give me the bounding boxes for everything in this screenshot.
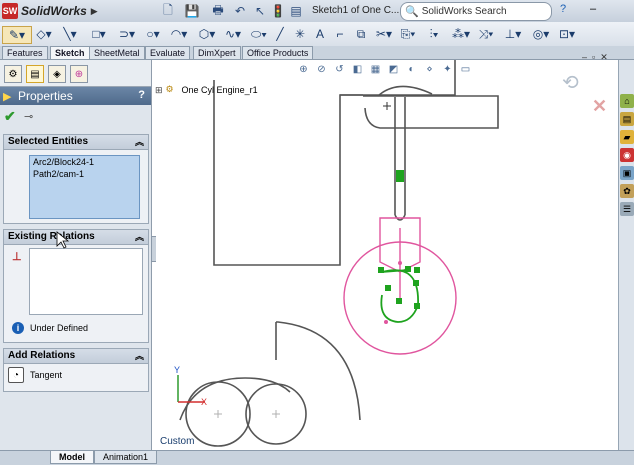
selection-handle[interactable] <box>378 267 384 273</box>
selection-handle[interactable] <box>396 298 402 304</box>
view-orientation-icon[interactable]: ▦ <box>368 62 383 77</box>
sketch-geometry <box>179 60 499 447</box>
selection-handle[interactable] <box>414 267 420 273</box>
resources-icon[interactable]: ⌂ <box>620 94 634 108</box>
rod-grip-highlight[interactable] <box>396 170 404 182</box>
section-view-icon[interactable]: ◧ <box>350 62 365 77</box>
tab-animation1[interactable]: Animation1 <box>94 451 158 464</box>
previous-view-icon[interactable]: ↺ <box>332 62 347 77</box>
mouse-cursor-icon <box>56 231 70 249</box>
file-explorer-icon[interactable]: ▰ <box>620 130 634 144</box>
sketch-slot-path[interactable] <box>363 95 499 129</box>
cancel-sketch-icon[interactable]: ✕ <box>592 96 607 117</box>
svg-text:Y: Y <box>174 365 180 375</box>
hide-show-icon[interactable]: ◐ <box>404 62 419 77</box>
block24-geometry <box>343 217 457 355</box>
heads-up-view-toolbar: ⊕ ⊘ ↺ ◧ ▦ ◩ ◐ ⋄ ✦ ▭ <box>296 62 476 80</box>
svg-text:X: X <box>201 397 207 407</box>
tab-model[interactable]: Model <box>50 451 94 464</box>
scene-icon[interactable]: ✦ <box>440 62 455 77</box>
expand-icon[interactable]: ⊞ <box>155 85 163 96</box>
selection-handle[interactable] <box>385 285 391 291</box>
toolbox-icon[interactable]: ◉ <box>620 148 634 162</box>
task-pane-strip: ⌂ ▤ ▰ ◉ ▣ ✿ ☰ <box>618 60 634 450</box>
confirm-exit-sketch-icon[interactable]: ⟲ <box>562 70 579 95</box>
plus-marker <box>383 102 391 110</box>
tree-root-label: One Cyl Engine_r1 <box>181 85 258 95</box>
zoom-to-area-icon[interactable]: ⊘ <box>314 62 329 77</box>
selection-handle[interactable] <box>405 266 411 272</box>
assembly-icon: ⚙ <box>165 84 174 94</box>
sketch-outline-path[interactable] <box>213 80 363 266</box>
selection-handle[interactable] <box>413 280 419 286</box>
housing-arc[interactable] <box>276 321 361 421</box>
bottom-tabs-bar: Model Animation1 <box>0 450 634 465</box>
zoom-to-fit-icon[interactable]: ⊕ <box>296 62 311 77</box>
view-orientation-label: Custom <box>160 436 195 447</box>
selection-handle[interactable] <box>414 303 420 309</box>
display-style-icon[interactable]: ◩ <box>386 62 401 77</box>
connecting-rod-lines[interactable] <box>394 97 406 215</box>
view-settings-icon[interactable]: ▭ <box>458 62 473 77</box>
flyout-tree-root[interactable]: ⊞ ⚙ One Cyl Engine_r1 <box>155 84 258 96</box>
custom-properties-icon[interactable]: ☰ <box>620 202 634 216</box>
appearances-icon[interactable]: ✿ <box>620 184 634 198</box>
view-palette-icon[interactable]: ▣ <box>620 166 634 180</box>
design-library-icon[interactable]: ▤ <box>620 112 634 126</box>
document-window-controls[interactable]: –▫✕ <box>582 52 613 63</box>
edit-appearance-icon[interactable]: ⋄ <box>422 62 437 77</box>
center-marks <box>214 410 280 418</box>
